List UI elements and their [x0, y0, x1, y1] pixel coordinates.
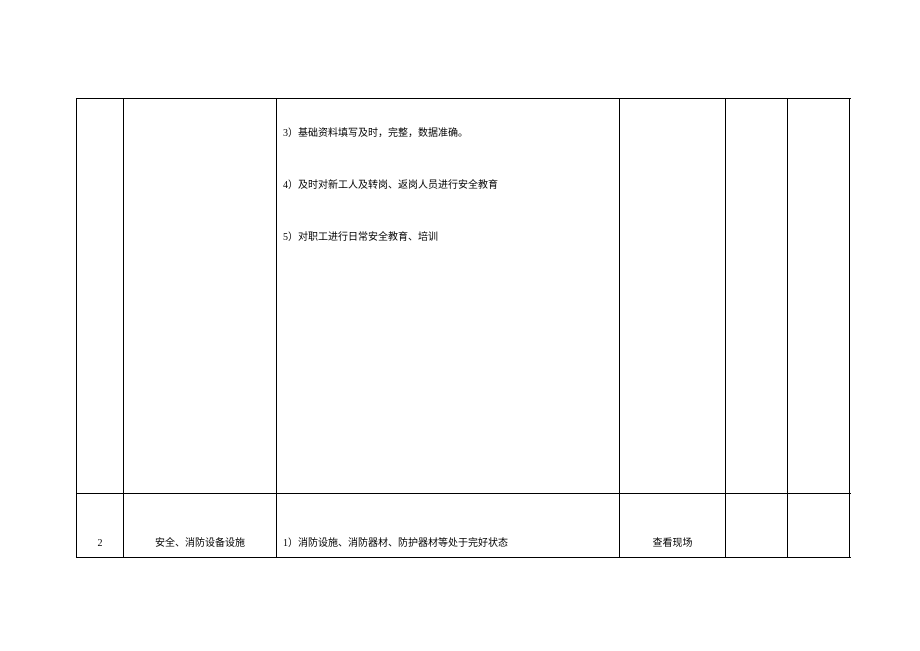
cell-text: 查看现场	[653, 537, 693, 551]
cell-extra1	[726, 99, 788, 493]
cell-method: 查看现场	[620, 494, 726, 557]
table-row: 3）基础资料填写及时，完整，数据准确。 4）及时对新工人及转岗、返岗人员进行安全…	[77, 99, 851, 494]
cell-text: 2	[98, 537, 103, 551]
cell-extra1	[726, 494, 788, 557]
cell-extra2	[788, 99, 850, 493]
inspection-table: 3）基础资料填写及时，完整，数据准确。 4）及时对新工人及转岗、返岗人员进行安全…	[76, 98, 851, 558]
cell-extra2	[788, 494, 850, 557]
cell-text: 1）消防设施、消防器材、防护器材等处于完好状态	[283, 537, 508, 551]
content-line: 5）对职工进行日常安全教育、培训	[283, 231, 438, 245]
cell-text: 安全、消防设备设施	[155, 537, 245, 551]
table-row: 2 安全、消防设备设施 1）消防设施、消防器材、防护器材等处于完好状态 查看现场	[77, 494, 851, 558]
cell-content: 3）基础资料填写及时，完整，数据准确。 4）及时对新工人及转岗、返岗人员进行安全…	[277, 99, 620, 493]
cell-category	[124, 99, 277, 493]
cell-category: 安全、消防设备设施	[124, 494, 277, 557]
content-line: 4）及时对新工人及转岗、返岗人员进行安全教育	[283, 179, 498, 193]
content-line: 3）基础资料填写及时，完整，数据准确。	[283, 127, 468, 141]
cell-index: 2	[77, 494, 124, 557]
cell-content: 1）消防设施、消防器材、防护器材等处于完好状态	[277, 494, 620, 557]
cell-index	[77, 99, 124, 493]
cell-method	[620, 99, 726, 493]
